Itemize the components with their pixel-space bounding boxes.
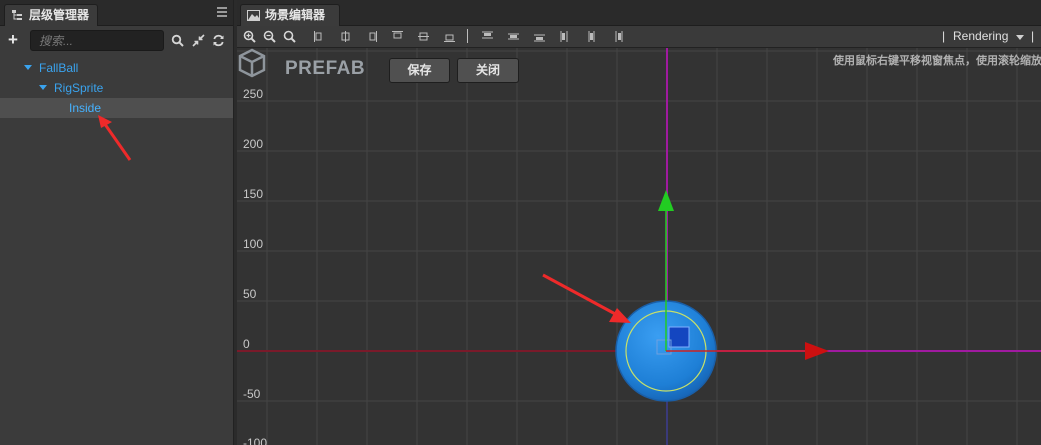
align-center-v-icon[interactable] [417,30,430,43]
render-mode-select[interactable]: Rendering [953,29,1008,43]
distribute-middle-icon[interactable] [507,30,520,43]
search-icon[interactable] [171,34,184,47]
hierarchy-tabbar: 层级管理器 [0,0,233,26]
scene-viewport[interactable]: 250 200 150 100 50 0 -50 -100 PREFAB 保存 … [237,48,1041,445]
chevron-down-icon[interactable] [1016,35,1024,40]
scene-panel: 场景编辑器 | Rendering | 250 200 150 100 50 0… [237,0,1041,445]
tab-hierarchy[interactable]: 层级管理器 [4,4,98,26]
distribute-top-icon[interactable] [481,30,494,43]
transform-pivot-icon[interactable] [668,326,690,348]
panel-menu-icon[interactable] [217,7,227,17]
scene-canvas[interactable] [237,48,1041,445]
collapse-icon[interactable] [192,34,205,47]
hierarchy-toolbar: + [0,28,233,56]
landscape-icon [247,10,260,21]
annotation-arrow-line [542,273,620,318]
align-top-icon[interactable] [391,30,404,43]
tree-node-rigsprite[interactable]: RigSprite [0,78,233,98]
tree-node-label: FallBall [39,61,79,75]
zoom-reset-icon[interactable] [283,30,296,43]
node-tree: FallBall RigSprite Inside [0,58,233,118]
save-button[interactable]: 保存 [389,58,450,83]
y-axis-label: 0 [243,337,250,351]
align-center-h-icon[interactable] [339,30,352,43]
tree-node-label: RigSprite [54,81,104,95]
scene-tabbar: 场景编辑器 [237,0,1041,26]
toolbar-separator: | [942,29,946,43]
scene-toolbar: | Rendering | [237,26,1041,48]
zoom-in-icon[interactable] [243,30,256,43]
viewport-hint-text: 使用鼠标右键平移视窗焦点，使用滚轮缩放视图 [833,54,1041,67]
align-left-icon[interactable] [313,30,326,43]
prefab-mode-label: PREFAB [285,58,366,79]
tab-scene-label: 场景编辑器 [265,8,326,22]
y-axis-label: 150 [243,187,264,201]
hierarchy-panel: 层级管理器 + FallBall RigSprite [0,0,234,445]
y-axis-label: 100 [243,237,264,251]
toolbar-separator: | [1031,29,1035,43]
distribute-right-icon[interactable] [611,30,624,43]
distribute-left-icon[interactable] [559,30,572,43]
toolbar-separator [467,29,468,43]
distribute-center-icon[interactable] [585,30,598,43]
y-axis-label: 50 [243,287,257,301]
align-right-icon[interactable] [365,30,378,43]
search-box[interactable] [30,30,164,51]
tab-hierarchy-label: 层级管理器 [29,8,90,22]
prefab-cube-icon [238,48,266,78]
y-axis-label: -50 [243,387,261,401]
hierarchy-icon [12,10,22,20]
y-axis-label: 250 [243,87,264,101]
annotation-arrow-icon [609,308,631,323]
expand-arrow-icon[interactable] [24,65,32,70]
annotation-arrow-icon [98,115,132,161]
close-button[interactable]: 关闭 [457,58,519,83]
y-axis-label: 200 [243,137,264,151]
align-bottom-icon[interactable] [443,30,456,43]
search-input[interactable] [31,31,163,50]
distribute-bottom-icon[interactable] [533,30,546,43]
expand-arrow-icon[interactable] [39,85,47,90]
y-axis-label: -100 [243,436,268,445]
tree-node-fallball[interactable]: FallBall [0,58,233,78]
refresh-icon[interactable] [212,34,225,47]
tab-scene[interactable]: 场景编辑器 [240,4,340,26]
add-node-button[interactable]: + [8,31,18,49]
zoom-out-icon[interactable] [263,30,276,43]
